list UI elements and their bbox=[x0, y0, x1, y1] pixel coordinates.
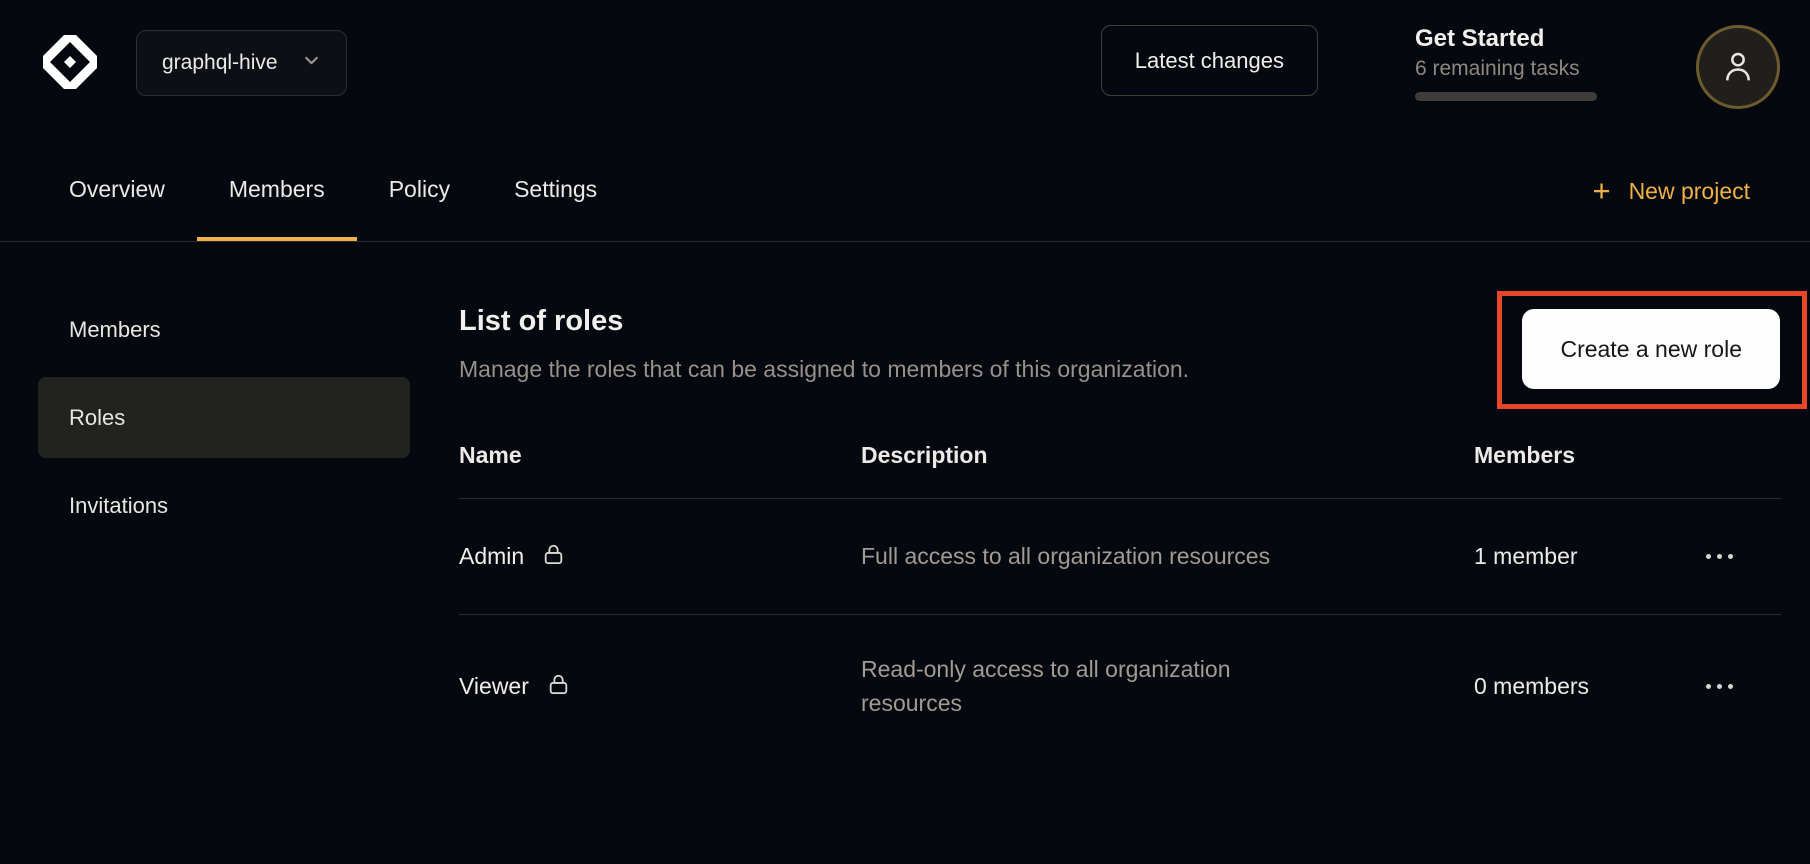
role-name-cell: Admin bbox=[459, 540, 861, 573]
plus-icon: + bbox=[1592, 175, 1610, 206]
roles-table-header: Name Description Members bbox=[459, 442, 1781, 499]
organization-name: graphql-hive bbox=[162, 51, 278, 75]
new-project-label: New project bbox=[1629, 178, 1750, 205]
role-description: Full access to all organization resource… bbox=[861, 539, 1331, 574]
title-block: List of roles Manage the roles that can … bbox=[459, 291, 1189, 383]
roles-panel-header: List of roles Manage the roles that can … bbox=[459, 291, 1781, 409]
content-area: Members Roles Invitations List of roles … bbox=[0, 242, 1810, 757]
tab-settings[interactable]: Settings bbox=[482, 142, 629, 241]
column-header-description: Description bbox=[861, 442, 1474, 469]
role-member-count: 0 members bbox=[1474, 673, 1589, 700]
chevron-down-icon bbox=[302, 51, 321, 76]
ellipsis-icon bbox=[1706, 684, 1711, 689]
tab-overview[interactable]: Overview bbox=[37, 142, 197, 241]
role-description: Read-only access to all organization res… bbox=[861, 652, 1331, 721]
tab-bar: Overview Members Policy Settings + New p… bbox=[0, 142, 1810, 242]
role-members-cell: 1 member bbox=[1474, 543, 1781, 570]
row-menu-button[interactable] bbox=[1702, 676, 1737, 697]
user-icon bbox=[1718, 46, 1758, 89]
sidebar-item-members[interactable]: Members bbox=[38, 289, 410, 370]
tab-members[interactable]: Members bbox=[197, 142, 357, 241]
top-bar: graphql-hive Latest changes Get Started … bbox=[0, 0, 1810, 109]
roles-table: Name Description Members Admin Full acce… bbox=[459, 442, 1781, 757]
lock-icon bbox=[541, 542, 566, 573]
role-name-cell: Viewer bbox=[459, 670, 861, 703]
column-header-members: Members bbox=[1474, 442, 1781, 469]
role-members-cell: 0 members bbox=[1474, 673, 1781, 700]
roles-panel: List of roles Manage the roles that can … bbox=[459, 291, 1781, 757]
row-menu-button[interactable] bbox=[1702, 546, 1737, 567]
sidebar-item-invitations[interactable]: Invitations bbox=[38, 465, 410, 546]
page-subtitle: Manage the roles that can be assigned to… bbox=[459, 356, 1189, 383]
role-member-count: 1 member bbox=[1474, 543, 1578, 570]
new-project-button[interactable]: + New project bbox=[1592, 142, 1750, 241]
tab-overview-label: Overview bbox=[69, 176, 165, 203]
page-title: List of roles bbox=[459, 305, 1189, 338]
role-name: Admin bbox=[459, 543, 524, 570]
get-started-widget[interactable]: Get Started 6 remaining tasks bbox=[1415, 25, 1597, 101]
tab-settings-label: Settings bbox=[514, 176, 597, 203]
table-row-viewer: Viewer Read-only access to all organizat… bbox=[459, 615, 1781, 757]
annotation-highlight-box: Create a new role bbox=[1497, 291, 1807, 409]
tab-policy-label: Policy bbox=[389, 176, 450, 203]
latest-changes-button[interactable]: Latest changes bbox=[1101, 25, 1318, 96]
get-started-subtitle: 6 remaining tasks bbox=[1415, 57, 1597, 81]
tab-policy[interactable]: Policy bbox=[357, 142, 482, 241]
column-header-name: Name bbox=[459, 442, 861, 469]
user-avatar-button[interactable] bbox=[1696, 25, 1780, 109]
lock-icon bbox=[546, 672, 571, 703]
tab-members-label: Members bbox=[229, 176, 325, 203]
members-sidebar: Members Roles Invitations bbox=[38, 289, 410, 757]
ellipsis-icon bbox=[1706, 554, 1711, 559]
get-started-title: Get Started bbox=[1415, 25, 1597, 53]
organization-selector[interactable]: graphql-hive bbox=[136, 30, 347, 96]
sidebar-item-roles[interactable]: Roles bbox=[38, 377, 410, 458]
create-new-role-button[interactable]: Create a new role bbox=[1522, 309, 1780, 389]
table-row-admin: Admin Full access to all organization re… bbox=[459, 499, 1781, 615]
get-started-progress-bar bbox=[1415, 92, 1597, 101]
hive-logo-icon[interactable] bbox=[38, 30, 102, 94]
role-name: Viewer bbox=[459, 673, 529, 700]
